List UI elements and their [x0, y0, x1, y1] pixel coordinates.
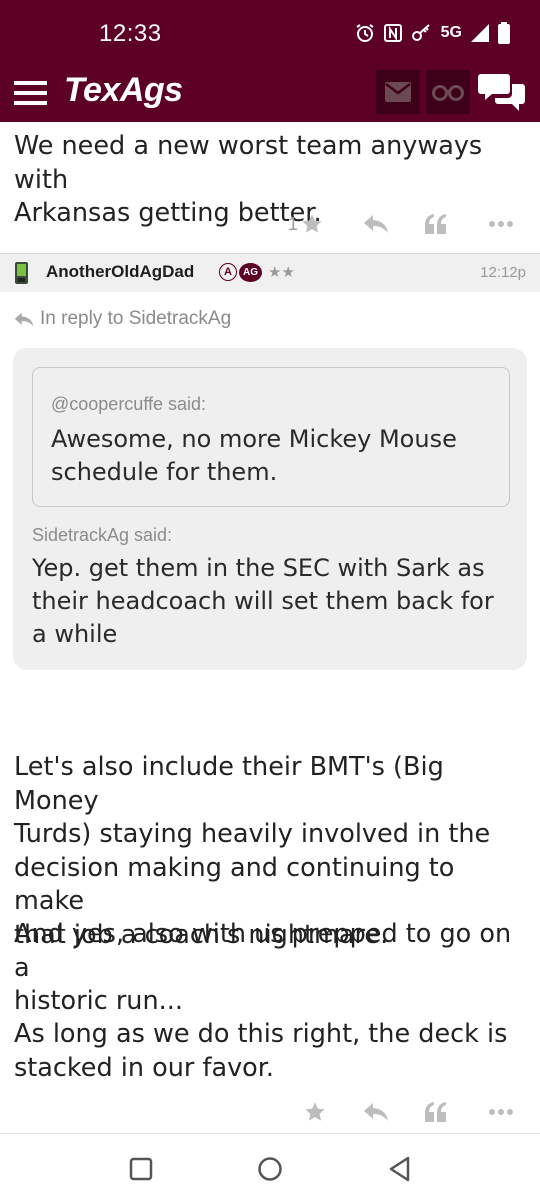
nested-quote: @coopercuffe said: Awesome, no more Mick… [32, 367, 510, 507]
text-line: their headcoach will set them back for [32, 587, 494, 615]
app-header: TexAgs [0, 64, 540, 122]
text-line: stacked in our favor. [14, 1052, 275, 1083]
chat-icon[interactable] [478, 70, 526, 114]
star-button[interactable]: 1 [288, 209, 323, 239]
text-line: Yep. get them in the SEC with Sark as [32, 554, 485, 582]
badge-ag: AG [239, 263, 262, 282]
more-icon [489, 1109, 513, 1115]
quote-icon [425, 1102, 446, 1122]
phone-icon [15, 262, 28, 284]
reply-icon [364, 1103, 388, 1121]
post-header: AnotherOldAgDad A AG ★★ 12:12p [0, 254, 540, 292]
battery-icon [498, 22, 510, 44]
alarm-icon [356, 24, 374, 42]
text-line: We need a new worst team anyways with [14, 131, 483, 195]
quote-button[interactable] [425, 209, 447, 239]
text-line: And yes, also with us prepped to go on a [14, 919, 512, 983]
text-line: Awesome, no more Mickey Mouse [51, 425, 457, 453]
quote-text: Awesome, no more Mickey Mouse schedule f… [51, 423, 457, 489]
menu-icon[interactable] [14, 80, 47, 106]
text-line: Let's also include their BMT's (Big Mone… [14, 752, 444, 816]
status-icons: 5G [355, 22, 510, 44]
star-icon [302, 214, 322, 233]
back-icon[interactable] [387, 1155, 411, 1183]
text-line: a while [32, 620, 118, 648]
network-label: 5G [440, 24, 462, 41]
reply-icon [364, 215, 388, 233]
recents-icon[interactable] [129, 1157, 153, 1181]
in-reply-to[interactable]: In reply to SidetrackAg [14, 308, 231, 330]
signal-icon [471, 24, 489, 42]
reply-to-label: In reply to SidetrackAg [40, 308, 232, 329]
text-line: historic run... [14, 986, 183, 1016]
star-icon [305, 1102, 325, 1121]
quote-icon [425, 214, 446, 234]
post-time: 12:12p [480, 264, 526, 281]
nfc-icon [383, 24, 402, 42]
quote-attribution: @coopercuffe said: [51, 394, 207, 414]
mail-icon [385, 82, 411, 102]
home-icon[interactable] [257, 1156, 283, 1182]
system-nav-bar [0, 1133, 540, 1201]
binoculars-icon [432, 85, 464, 101]
text-line: schedule for them. [51, 458, 278, 486]
text-line: decision making and continuing to make [14, 852, 455, 917]
quote-block: @coopercuffe said: Awesome, no more Mick… [13, 348, 527, 670]
messages-button[interactable] [376, 70, 420, 114]
quote-text: Yep. get them in the SEC with Sark as th… [32, 552, 494, 651]
watchlist-button[interactable] [426, 70, 470, 114]
quote-button[interactable] [425, 1097, 447, 1127]
user-rating: ★★ [268, 263, 295, 281]
reply-icon [14, 312, 34, 326]
previous-post-actions: 1 [0, 209, 540, 239]
post-actions [0, 1097, 540, 1127]
reply-button[interactable] [363, 209, 389, 239]
post-author[interactable]: AnotherOldAgDad [46, 262, 194, 282]
post-body-paragraph: As long as we do this right, the deck is… [14, 1018, 526, 1085]
reply-button[interactable] [363, 1097, 389, 1127]
quote-attribution: SidetrackAg said: [32, 525, 173, 545]
text-line: As long as we do this right, the deck is [14, 1019, 508, 1049]
status-time: 12:33 [99, 20, 162, 47]
badge-a: A [219, 263, 237, 281]
post-body-paragraph: And yes, also with us prepped to go on a… [14, 918, 526, 1019]
key-icon [411, 24, 430, 41]
texags-logo[interactable]: TexAgs [64, 71, 183, 110]
star-button[interactable] [304, 1097, 326, 1127]
more-icon [489, 221, 513, 227]
more-button[interactable] [488, 1097, 514, 1127]
star-count: 1 [288, 213, 299, 234]
more-button[interactable] [488, 209, 514, 239]
text-line: Turds) staying heavily involved in the [14, 819, 491, 849]
status-bar: 12:33 5G [0, 0, 540, 64]
